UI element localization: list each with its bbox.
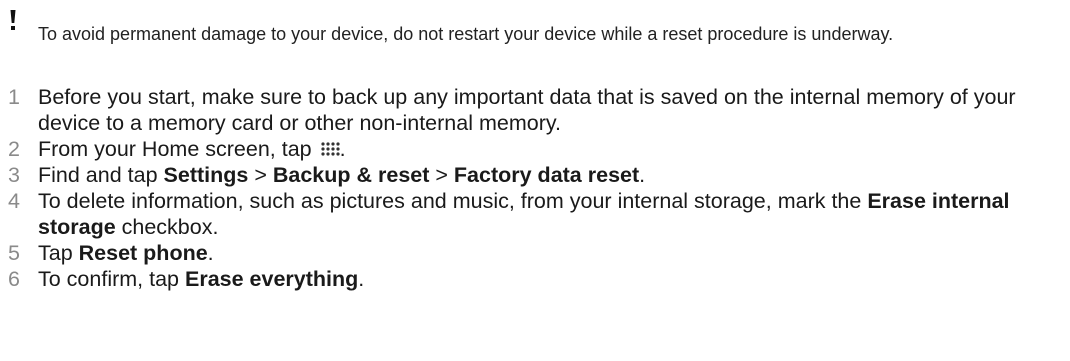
step-number: 1 — [8, 85, 20, 109]
step-text: Find and tap Settings > Backup & reset >… — [38, 163, 646, 187]
step-text: From your Home screen, tap . — [38, 137, 346, 161]
step-2: 2 From your Home screen, tap . — [8, 136, 1058, 162]
step-number: 5 — [8, 241, 20, 265]
step-number: 3 — [8, 163, 20, 187]
exclamation-icon — [10, 10, 16, 30]
step-text: Before you start, make sure to back up a… — [38, 85, 1016, 135]
reset-phone-label: Reset phone — [78, 241, 208, 265]
factory-data-reset-label: Factory data reset — [453, 163, 640, 187]
step-number: 4 — [8, 189, 20, 213]
step-text: To delete information, such as pictures … — [38, 189, 1010, 239]
backup-reset-label: Backup & reset — [272, 163, 430, 187]
step-1: 1 Before you start, make sure to back up… — [8, 84, 1058, 136]
step-text: To confirm, tap Erase everything. — [38, 267, 365, 291]
settings-label: Settings — [163, 163, 249, 187]
step-6: 6 To confirm, tap Erase everything. — [8, 266, 1058, 292]
warning-text: To avoid permanent damage to your device… — [38, 24, 894, 44]
step-5: 5 Tap Reset phone. — [8, 240, 1058, 266]
step-text: Tap Reset phone. — [38, 241, 214, 265]
step-number: 6 — [8, 267, 20, 291]
step-4: 4 To delete information, such as picture… — [8, 188, 1058, 240]
reset-steps-list: 1 Before you start, make sure to back up… — [8, 84, 1058, 292]
step-3: 3 Find and tap Settings > Backup & reset… — [8, 162, 1058, 188]
step-number: 2 — [8, 137, 20, 161]
erase-everything-label: Erase everything — [184, 267, 359, 291]
application-screen-icon — [321, 142, 340, 156]
